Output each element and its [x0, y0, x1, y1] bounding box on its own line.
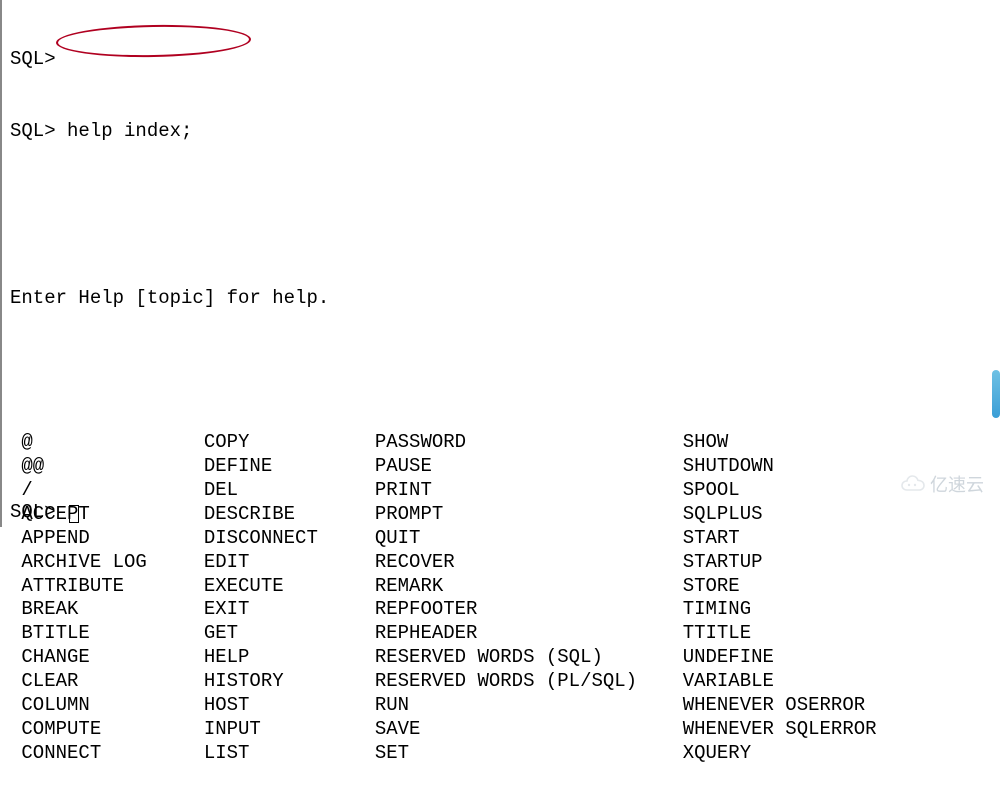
help-topic-row: @@DEFINEPAUSESHUTDOWN [10, 455, 1002, 479]
sql-prompt: SQL> [10, 501, 56, 523]
help-topic: SHUTDOWN [683, 455, 774, 479]
help-topic: DISCONNECT [204, 527, 375, 551]
help-topic: QUIT [375, 527, 683, 551]
help-instruction: Enter Help [topic] for help. [10, 287, 1002, 311]
prompt-line-empty: SQL> [10, 48, 1002, 72]
help-topic: PROMPT [375, 503, 683, 527]
help-topic: START [683, 527, 740, 551]
sql-prompt: SQL> [10, 120, 56, 142]
help-topic: HELP [204, 646, 375, 670]
sql-prompt: SQL> [10, 48, 56, 70]
help-topic: HOST [204, 694, 375, 718]
help-topic: COLUMN [21, 694, 203, 718]
help-topic: RESERVED WORDS (PL/SQL) [375, 670, 683, 694]
help-topic-row: ATTRIBUTEEXECUTEREMARKSTORE [10, 575, 1002, 599]
help-topic: SPOOL [683, 479, 740, 503]
help-index-command: help index; [67, 120, 192, 142]
help-topic: RUN [375, 694, 683, 718]
help-topic: SAVE [375, 718, 683, 742]
help-topic: RESERVED WORDS (SQL) [375, 646, 683, 670]
help-topic: EXIT [204, 598, 375, 622]
help-topic: @ [21, 431, 203, 455]
blank-line [10, 215, 1002, 239]
help-topic-grid: @COPYPASSWORDSHOW @@DEFINEPAUSESHUTDOWN … [10, 431, 1002, 766]
help-topic: @@ [21, 455, 203, 479]
help-topic: LIST [204, 742, 375, 766]
help-topic: ARCHIVE LOG [21, 551, 203, 575]
help-topic: DEL [204, 479, 375, 503]
help-topic: REMARK [375, 575, 683, 599]
prompt-line-command: SQL> help index; [10, 120, 1002, 144]
prompt-line-cursor[interactable]: SQL> [10, 501, 79, 523]
help-topic: DEFINE [204, 455, 375, 479]
help-topic: / [21, 479, 203, 503]
help-topic-row: BTITLEGETREPHEADERTTITLE [10, 622, 1002, 646]
blank-line [10, 359, 1002, 383]
help-topic-row: CLEARHISTORYRESERVED WORDS (PL/SQL)VARIA… [10, 670, 1002, 694]
help-topic: EXECUTE [204, 575, 375, 599]
help-topic: PAUSE [375, 455, 683, 479]
help-topic-row: BREAKEXITREPFOOTERTIMING [10, 598, 1002, 622]
help-topic: TTITLE [683, 622, 751, 646]
help-topic: INPUT [204, 718, 375, 742]
help-topic-row: ACCEPTDESCRIBEPROMPTSQLPLUS [10, 503, 1002, 527]
help-topic: COPY [204, 431, 375, 455]
help-topic: COMPUTE [21, 718, 203, 742]
help-topic: REPHEADER [375, 622, 683, 646]
help-topic: XQUERY [683, 742, 751, 766]
help-topic: SQLPLUS [683, 503, 763, 527]
help-topic-row: /DELPRINTSPOOL [10, 479, 1002, 503]
help-topic: RECOVER [375, 551, 683, 575]
help-topic: ATTRIBUTE [21, 575, 203, 599]
help-topic: CHANGE [21, 646, 203, 670]
help-topic: WHENEVER OSERROR [683, 694, 865, 718]
help-topic: VARIABLE [683, 670, 774, 694]
help-topic: GET [204, 622, 375, 646]
terminal-output: SQL> SQL> help index; Enter Help [topic]… [2, 0, 1002, 790]
text-cursor [69, 505, 79, 523]
help-topic: REPFOOTER [375, 598, 683, 622]
help-topic-row: @COPYPASSWORDSHOW [10, 431, 1002, 455]
help-topic: DESCRIBE [204, 503, 375, 527]
help-topic-row: CONNECTLISTSETXQUERY [10, 742, 1002, 766]
scrollbar-thumb[interactable] [992, 370, 1000, 418]
help-topic-row: CHANGEHELPRESERVED WORDS (SQL)UNDEFINE [10, 646, 1002, 670]
help-topic: SHOW [683, 431, 729, 455]
help-topic-row: APPENDDISCONNECTQUITSTART [10, 527, 1002, 551]
help-topic: EDIT [204, 551, 375, 575]
help-topic: TIMING [683, 598, 751, 622]
help-topic: STARTUP [683, 551, 763, 575]
help-topic: UNDEFINE [683, 646, 774, 670]
help-topic-row: COMPUTEINPUTSAVEWHENEVER SQLERROR [10, 718, 1002, 742]
help-topic: CONNECT [21, 742, 203, 766]
help-topic: HISTORY [204, 670, 375, 694]
help-topic-row: ARCHIVE LOGEDITRECOVERSTARTUP [10, 551, 1002, 575]
help-topic: WHENEVER SQLERROR [683, 718, 877, 742]
help-topic: STORE [683, 575, 740, 599]
help-topic: PRINT [375, 479, 683, 503]
help-topic: BTITLE [21, 622, 203, 646]
help-topic: PASSWORD [375, 431, 683, 455]
help-topic: APPEND [21, 527, 203, 551]
help-topic: BREAK [21, 598, 203, 622]
help-topic: SET [375, 742, 683, 766]
help-topic: CLEAR [21, 670, 203, 694]
help-topic-row: COLUMNHOSTRUNWHENEVER OSERROR [10, 694, 1002, 718]
